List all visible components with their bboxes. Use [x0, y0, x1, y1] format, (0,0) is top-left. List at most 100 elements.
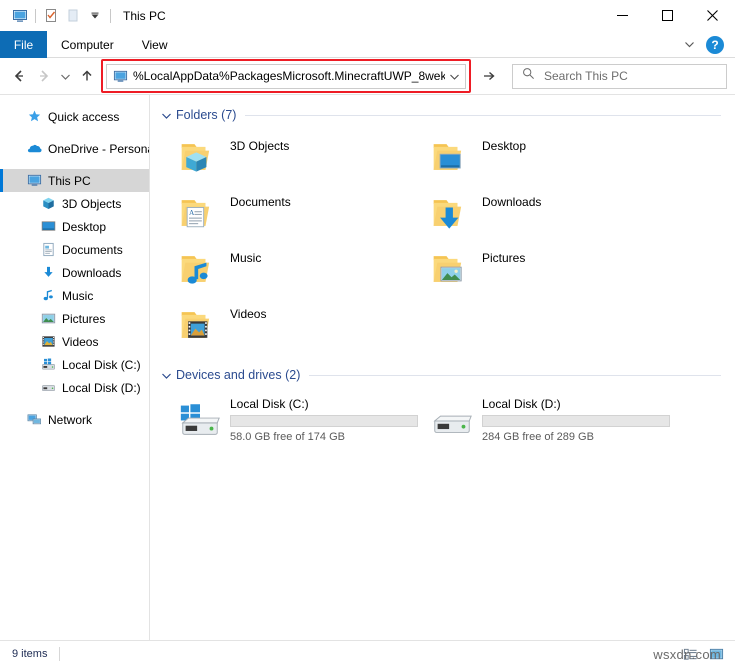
up-button[interactable] [74, 62, 99, 90]
list-item-label: Videos [230, 307, 266, 321]
sidebar-item-label: Documents [62, 243, 123, 257]
list-item[interactable]: Pictures [428, 243, 680, 299]
list-item-label: Music [230, 251, 261, 265]
sidebar-item-onedrive[interactable]: OneDrive - Persona [0, 137, 149, 160]
tab-view[interactable]: View [128, 31, 182, 58]
list-item[interactable]: A Documents [176, 187, 428, 243]
drive-label: Local Disk (C:) [230, 397, 418, 411]
drives-grid: Local Disk (C:) 58.0 GB free of 174 GB [158, 391, 735, 449]
list-item[interactable]: Videos [176, 299, 428, 355]
new-folder-icon[interactable] [62, 5, 84, 27]
forward-button[interactable] [31, 62, 56, 90]
sidebar-item-local-disk-d[interactable]: Local Disk (D:) [0, 376, 149, 399]
help-button[interactable]: ? [706, 36, 724, 54]
window-title: This PC [123, 9, 166, 23]
sidebar-item-label: Downloads [62, 266, 121, 280]
title-bar: This PC [0, 0, 735, 31]
address-dropdown-chevron-icon[interactable] [445, 65, 463, 88]
sidebar-item-pictures[interactable]: Pictures [0, 307, 149, 330]
sidebar-item-videos[interactable]: Videos [0, 330, 149, 353]
list-item[interactable]: Local Disk (D:) 284 GB free of 289 GB [428, 391, 680, 449]
list-item[interactable]: Downloads [428, 187, 680, 243]
item-count: 9 items [12, 648, 47, 660]
minimize-button[interactable] [600, 0, 645, 31]
sidebar-item-quick-access[interactable]: Quick access [0, 105, 149, 128]
sidebar-item-label: Local Disk (D:) [62, 381, 141, 395]
list-item-label: Downloads [482, 195, 541, 209]
group-rule [309, 375, 721, 376]
tab-computer[interactable]: Computer [47, 31, 128, 58]
chevron-down-icon[interactable] [678, 34, 700, 56]
sidebar-item-downloads[interactable]: Downloads [0, 261, 149, 284]
ribbon-tab-strip: File Computer View ? [0, 31, 735, 58]
properties-icon[interactable] [40, 5, 62, 27]
folder-documents-icon: A [176, 189, 224, 237]
recent-locations-chevron-icon[interactable] [56, 62, 74, 90]
address-bar-wrapper: %LocalAppData%PackagesMicrosoft.Minecraf… [106, 64, 466, 89]
onedrive-cloud-icon [26, 141, 42, 157]
group-header-folders[interactable]: Folders (7) [158, 101, 735, 129]
folders-grid: 3D Objects Desktop [158, 131, 735, 355]
sidebar-item-desktop[interactable]: Desktop [0, 215, 149, 238]
sidebar-item-3d-objects[interactable]: 3D Objects [0, 192, 149, 215]
sidebar-item-this-pc[interactable]: This PC [0, 169, 149, 192]
group-title: Devices and drives (2) [176, 368, 300, 382]
drive-icon [428, 395, 476, 443]
this-pc-icon[interactable] [9, 5, 31, 27]
list-item-label: Documents [230, 195, 291, 209]
drive-windows-icon [40, 357, 56, 373]
go-button[interactable] [475, 64, 503, 89]
customize-chevron-icon[interactable] [84, 5, 106, 27]
folder-music-icon [176, 245, 224, 293]
quick-access-toolbar: This PC [0, 5, 166, 27]
back-button[interactable] [6, 62, 31, 90]
group-header-devices-and-drives[interactable]: Devices and drives (2) [158, 361, 735, 389]
list-item-label: 3D Objects [230, 139, 289, 153]
sidebar-item-label: This PC [48, 174, 91, 188]
large-icons-view-icon[interactable] [705, 643, 727, 665]
sidebar-item-local-disk-c[interactable]: Local Disk (C:) [0, 353, 149, 376]
folder-downloads-icon [428, 189, 476, 237]
list-item[interactable]: Local Disk (C:) 58.0 GB free of 174 GB [176, 391, 428, 449]
folder-3d-objects-icon [176, 133, 224, 181]
videos-icon [40, 334, 56, 350]
svg-text:A: A [189, 208, 195, 217]
this-pc-icon [26, 173, 42, 189]
search-input[interactable]: Search This PC [544, 69, 628, 83]
explorer-body: Quick access OneDrive - Persona [0, 94, 735, 640]
chevron-down-icon[interactable] [158, 107, 174, 123]
folder-videos-icon [176, 301, 224, 349]
list-item[interactable]: 3D Objects [176, 131, 428, 187]
sidebar-item-label: OneDrive - Persona [48, 142, 150, 156]
view-toggle-group [679, 641, 727, 666]
capacity-bar [482, 415, 670, 427]
downloads-icon [40, 265, 56, 281]
desktop-icon [40, 219, 56, 235]
chevron-down-icon[interactable] [158, 367, 174, 383]
status-separator [59, 647, 60, 661]
sidebar-item-music[interactable]: Music [0, 284, 149, 307]
drive-free-space: 58.0 GB free of 174 GB [230, 431, 418, 443]
sidebar-item-network[interactable]: Network [0, 408, 149, 431]
drive-info: Local Disk (D:) 284 GB free of 289 GB [482, 397, 670, 443]
search-box[interactable]: Search This PC [512, 64, 727, 89]
search-icon [522, 67, 535, 85]
tab-file[interactable]: File [0, 31, 47, 58]
close-button[interactable] [690, 0, 735, 31]
drive-windows-icon [176, 395, 224, 443]
sidebar-spacer-2 [0, 160, 149, 169]
list-item[interactable]: Music [176, 243, 428, 299]
address-bar[interactable]: %LocalAppData%PackagesMicrosoft.Minecraf… [106, 64, 466, 89]
sidebar-item-label: 3D Objects [62, 197, 121, 211]
details-view-icon[interactable] [679, 643, 701, 665]
qat-separator-2 [110, 9, 111, 23]
address-input[interactable]: %LocalAppData%PackagesMicrosoft.Minecraf… [133, 69, 445, 83]
sidebar-item-documents[interactable]: Documents [0, 238, 149, 261]
group-rule [245, 115, 721, 116]
documents-icon [40, 242, 56, 258]
maximize-button[interactable] [645, 0, 690, 31]
list-item[interactable]: Desktop [428, 131, 680, 187]
status-bar: 9 items wsxdn.com [0, 640, 735, 666]
star-pin-icon [26, 109, 42, 125]
network-icon [26, 412, 42, 428]
